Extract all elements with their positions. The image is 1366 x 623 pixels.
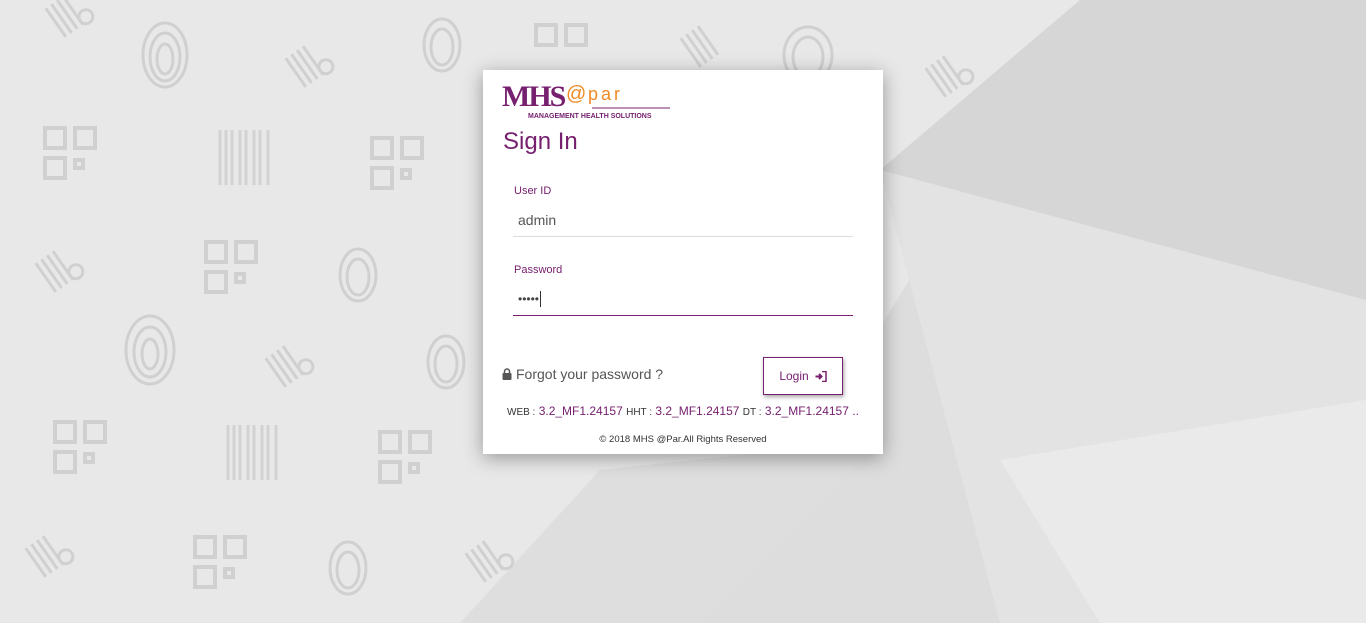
logo-at-text: @ bbox=[566, 83, 586, 105]
mhs-par-logo: MHS @ par MANAGEMENT HEALTH SOLUTIONS bbox=[502, 80, 670, 120]
password-underline bbox=[513, 315, 853, 316]
hht-version-key: HHT : bbox=[626, 407, 653, 418]
forgot-password-link[interactable]: Forgot your password ? bbox=[502, 366, 663, 382]
password-input[interactable]: ••••• bbox=[513, 284, 853, 314]
web-version-value: 3.2_MF1.24157 bbox=[538, 404, 623, 418]
user-id-underline bbox=[513, 236, 853, 237]
sign-in-icon bbox=[815, 370, 827, 382]
copyright-text: © 2018 MHS @Par.All Rights Reserved bbox=[599, 434, 767, 445]
web-version-key: WEB : bbox=[507, 407, 536, 418]
dt-version-key: DT : bbox=[742, 407, 762, 418]
logo-mark-text: MHS bbox=[502, 80, 566, 113]
logo-par-text: par bbox=[588, 84, 623, 104]
logo-tagline-text: MANAGEMENT HEALTH SOLUTIONS bbox=[528, 113, 652, 120]
login-button[interactable]: Login bbox=[763, 357, 843, 395]
user-id-label: User ID bbox=[514, 185, 552, 197]
dt-version-value: 3.2_MF1.24157 .. bbox=[764, 404, 859, 418]
login-card: MHS @ par MANAGEMENT HEALTH SOLUTIONS Si… bbox=[483, 70, 883, 454]
password-label: Password bbox=[514, 264, 563, 276]
lock-icon bbox=[502, 368, 512, 380]
user-id-input[interactable] bbox=[513, 205, 853, 235]
hht-version-value: 3.2_MF1.24157 bbox=[655, 404, 740, 418]
login-button-label: Login bbox=[779, 369, 809, 383]
forgot-password-label: Forgot your password ? bbox=[516, 366, 664, 382]
text-cursor bbox=[540, 291, 542, 307]
page-title: Sign In bbox=[503, 128, 578, 155]
version-info: WEB : 3.2_MF1.24157 HHT : 3.2_MF1.24157 … bbox=[507, 404, 877, 418]
password-masked-value: ••••• bbox=[518, 292, 540, 306]
